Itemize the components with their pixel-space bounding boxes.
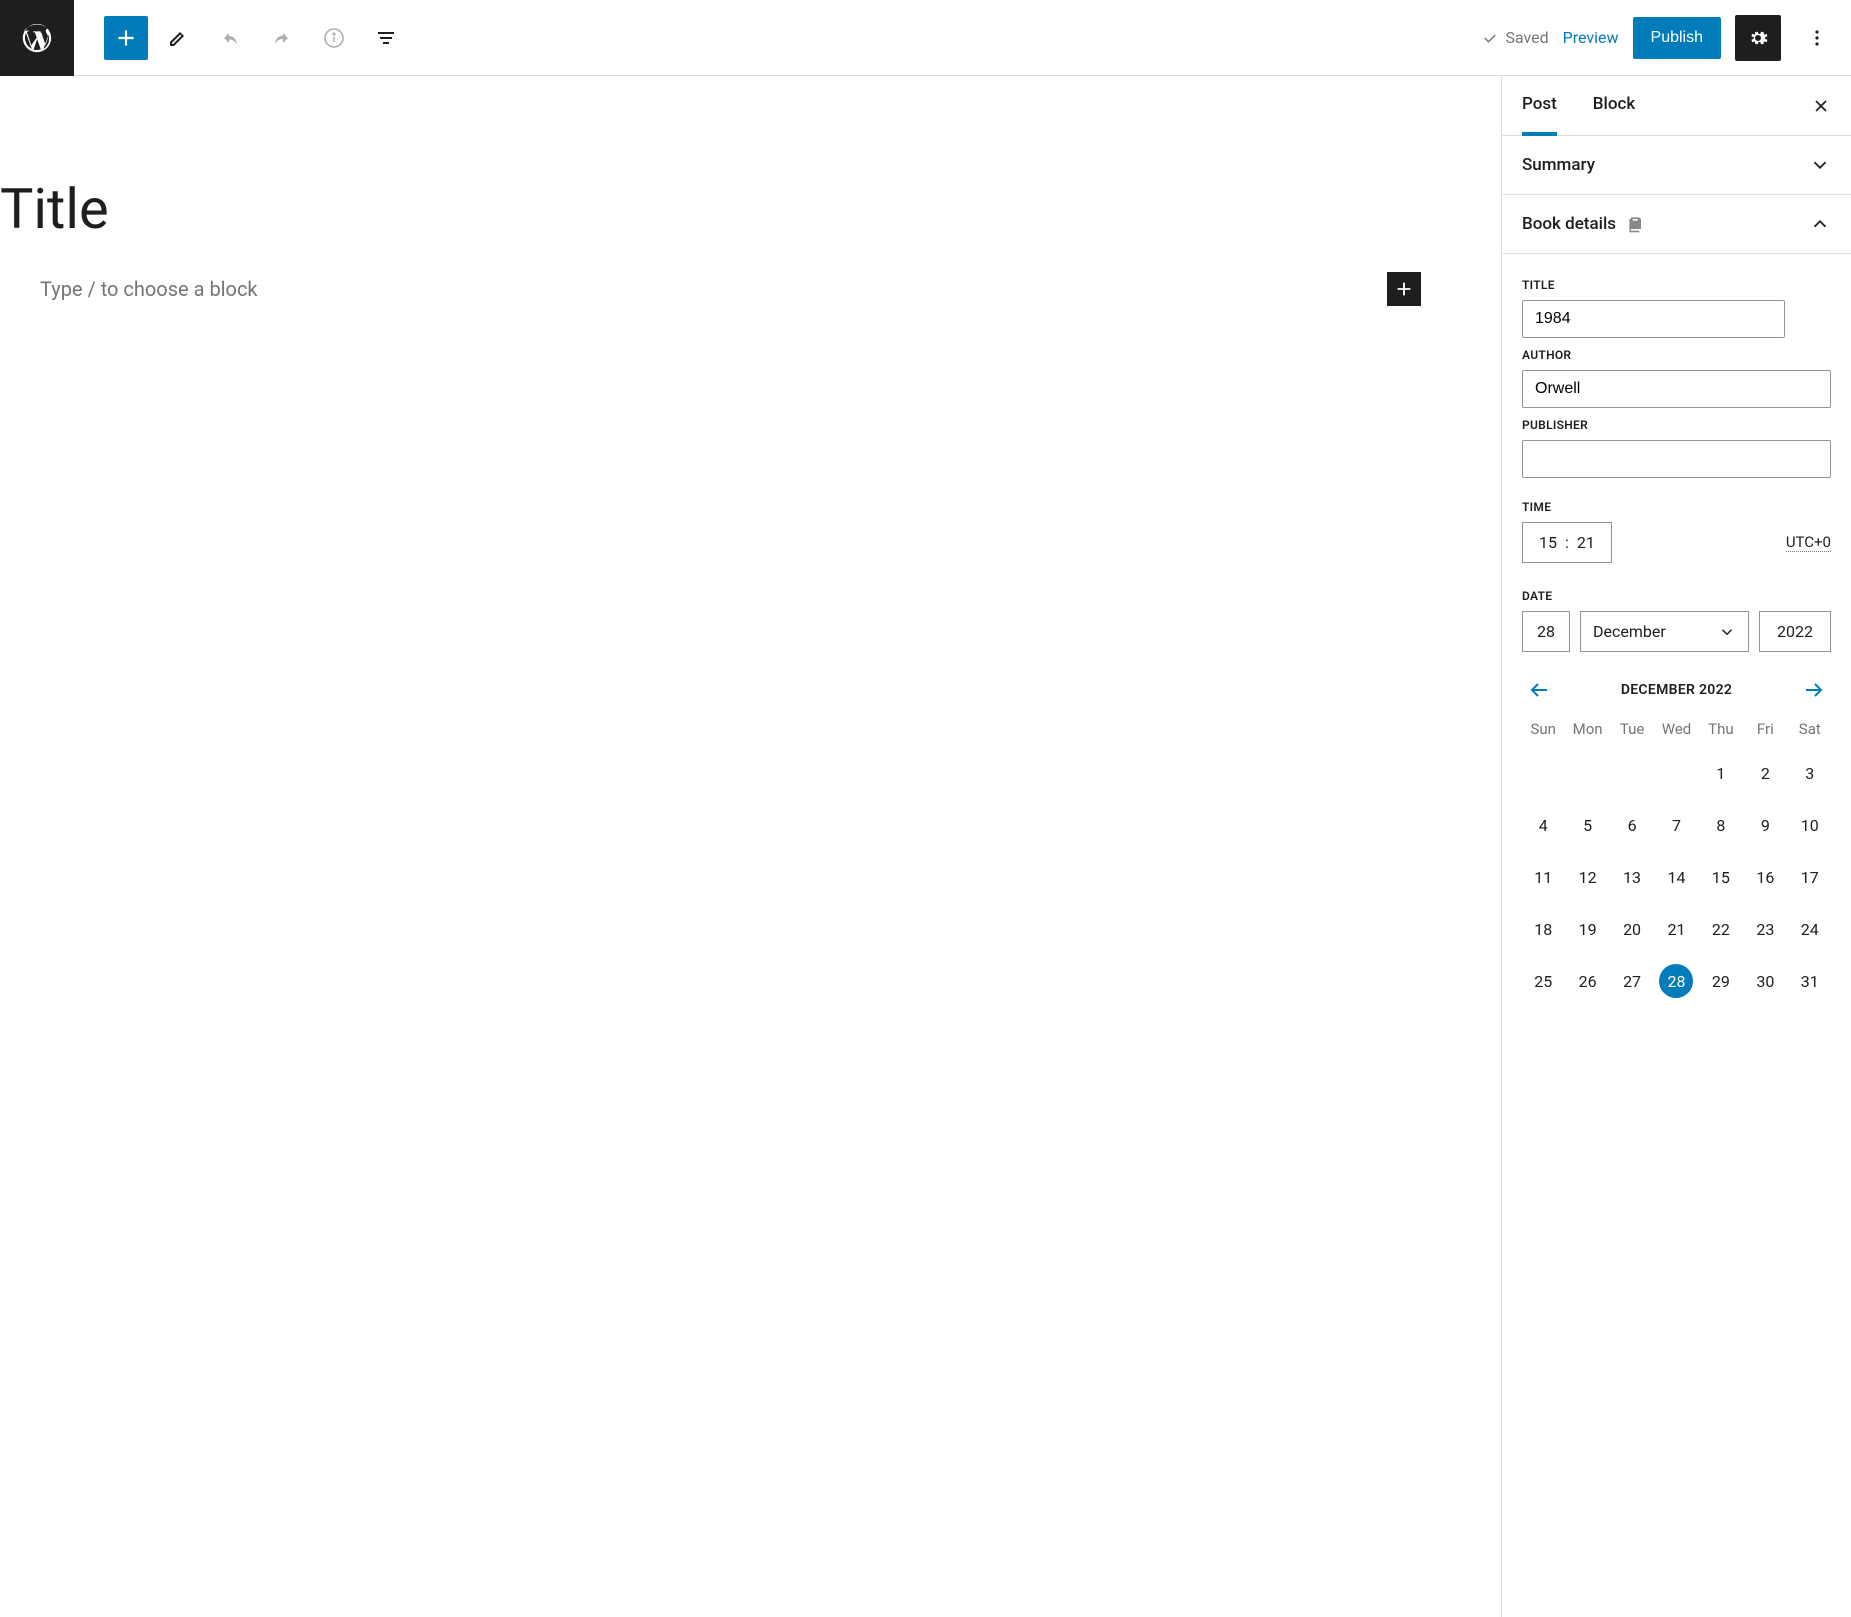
calendar-day[interactable]: 6 bbox=[1615, 808, 1649, 842]
calendar-day[interactable]: 1 bbox=[1704, 756, 1738, 790]
chevron-down-icon bbox=[1718, 623, 1736, 641]
time-separator: : bbox=[1565, 533, 1569, 552]
calendar-day[interactable]: 12 bbox=[1571, 860, 1605, 894]
calendar-day-of-week: Mon bbox=[1566, 720, 1608, 738]
date-year-input[interactable]: 2022 bbox=[1759, 611, 1831, 652]
block-prompt-text[interactable]: Type / to choose a block bbox=[40, 277, 258, 301]
timezone-label[interactable]: UTC+0 bbox=[1786, 533, 1831, 552]
calendar-day[interactable]: 26 bbox=[1571, 964, 1605, 998]
calendar-day[interactable]: 15 bbox=[1704, 860, 1738, 894]
tab-post[interactable]: Post bbox=[1522, 76, 1557, 136]
calendar-day[interactable]: 2 bbox=[1748, 756, 1782, 790]
title-field[interactable] bbox=[1522, 300, 1785, 338]
calendar-day[interactable]: 31 bbox=[1793, 964, 1827, 998]
calendar-day[interactable]: 14 bbox=[1659, 860, 1693, 894]
calendar-day-of-week: Sat bbox=[1789, 720, 1831, 738]
settings-button[interactable] bbox=[1735, 15, 1781, 61]
calendar-day[interactable]: 13 bbox=[1615, 860, 1649, 894]
calendar-day[interactable]: 17 bbox=[1793, 860, 1827, 894]
calendar-day[interactable]: 9 bbox=[1748, 808, 1782, 842]
calendar-day-of-week: Sun bbox=[1522, 720, 1564, 738]
time-hours: 15 bbox=[1539, 533, 1557, 552]
saved-label: Saved bbox=[1505, 28, 1548, 47]
calendar-day[interactable]: 18 bbox=[1526, 912, 1560, 946]
add-block-inline-button[interactable] bbox=[1387, 272, 1421, 306]
calendar-day[interactable]: 27 bbox=[1615, 964, 1649, 998]
calendar-day[interactable]: 30 bbox=[1748, 964, 1782, 998]
book-icon bbox=[1626, 214, 1646, 234]
date-month-value: December bbox=[1593, 622, 1666, 641]
time-input[interactable]: 15 : 21 bbox=[1522, 522, 1612, 563]
date-month-select[interactable]: December bbox=[1580, 611, 1749, 652]
calendar-prev-button[interactable] bbox=[1528, 678, 1552, 702]
calendar-day[interactable]: 4 bbox=[1526, 808, 1560, 842]
publisher-field-label: PUBLISHER bbox=[1522, 418, 1831, 432]
book-details-label: Book details bbox=[1522, 214, 1616, 234]
more-options-button[interactable] bbox=[1795, 16, 1839, 60]
calendar-day[interactable]: 24 bbox=[1793, 912, 1827, 946]
calendar-day[interactable]: 3 bbox=[1793, 756, 1827, 790]
calendar-day[interactable]: 28 bbox=[1659, 964, 1693, 998]
calendar-day bbox=[1526, 756, 1560, 790]
saved-indicator: Saved bbox=[1481, 28, 1548, 47]
calendar-day bbox=[1571, 756, 1605, 790]
info-button[interactable] bbox=[312, 16, 356, 60]
calendar-day[interactable]: 21 bbox=[1659, 912, 1693, 946]
time-minutes: 21 bbox=[1577, 533, 1595, 552]
outline-button[interactable] bbox=[364, 16, 408, 60]
calendar-day[interactable]: 29 bbox=[1704, 964, 1738, 998]
calendar-day-of-week: Wed bbox=[1655, 720, 1697, 738]
calendar-day bbox=[1615, 756, 1649, 790]
book-details-panel-toggle[interactable]: Book details bbox=[1502, 195, 1851, 254]
calendar-day-of-week: Thu bbox=[1700, 720, 1742, 738]
undo-button[interactable] bbox=[208, 16, 252, 60]
calendar-day[interactable]: 16 bbox=[1748, 860, 1782, 894]
calendar-day[interactable]: 5 bbox=[1571, 808, 1605, 842]
chevron-up-icon bbox=[1809, 213, 1831, 235]
publish-button[interactable]: Publish bbox=[1633, 17, 1721, 59]
title-field-label: TITLE bbox=[1522, 278, 1831, 292]
tab-block[interactable]: Block bbox=[1593, 76, 1635, 136]
calendar-day[interactable]: 19 bbox=[1571, 912, 1605, 946]
summary-label: Summary bbox=[1522, 155, 1595, 175]
preview-link[interactable]: Preview bbox=[1563, 28, 1619, 47]
summary-panel-toggle[interactable]: Summary bbox=[1502, 136, 1851, 195]
calendar-title: DECEMBER 2022 bbox=[1621, 682, 1732, 698]
author-field-label: AUTHOR bbox=[1522, 348, 1831, 362]
calendar-day[interactable]: 25 bbox=[1526, 964, 1560, 998]
close-sidebar-button[interactable] bbox=[1811, 96, 1831, 116]
author-field[interactable] bbox=[1522, 370, 1831, 408]
chevron-down-icon bbox=[1809, 154, 1831, 176]
calendar-day[interactable]: 22 bbox=[1704, 912, 1738, 946]
publisher-field[interactable] bbox=[1522, 440, 1831, 478]
calendar-day-of-week: Fri bbox=[1744, 720, 1786, 738]
post-title-input[interactable]: Title bbox=[0, 176, 1461, 242]
calendar-day[interactable]: 20 bbox=[1615, 912, 1649, 946]
wordpress-logo[interactable] bbox=[0, 0, 74, 76]
calendar-grid: SunMonTueWedThuFriSat1234567891011121314… bbox=[1522, 720, 1831, 998]
settings-sidebar: Post Block Summary Book details TITLE bbox=[1501, 76, 1851, 1617]
add-block-button[interactable] bbox=[104, 16, 148, 60]
calendar-next-button[interactable] bbox=[1801, 678, 1825, 702]
calendar-day[interactable]: 8 bbox=[1704, 808, 1738, 842]
calendar-day[interactable]: 11 bbox=[1526, 860, 1560, 894]
edit-tool-button[interactable] bbox=[156, 16, 200, 60]
date-field-label: DATE bbox=[1522, 589, 1831, 603]
calendar-day-of-week: Tue bbox=[1611, 720, 1653, 738]
calendar-day[interactable]: 7 bbox=[1659, 808, 1693, 842]
calendar-day[interactable]: 23 bbox=[1748, 912, 1782, 946]
calendar-day[interactable]: 10 bbox=[1793, 808, 1827, 842]
redo-button[interactable] bbox=[260, 16, 304, 60]
time-field-label: TIME bbox=[1522, 500, 1831, 514]
date-day-input[interactable]: 28 bbox=[1522, 611, 1570, 652]
calendar-day bbox=[1659, 756, 1693, 790]
